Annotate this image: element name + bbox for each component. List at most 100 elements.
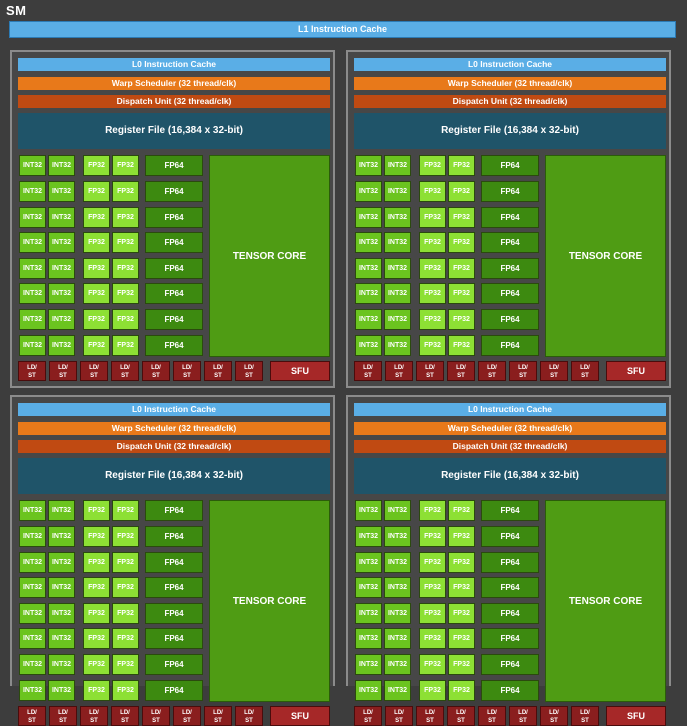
ld-st-unit: LD/ST [111,706,139,726]
ld-st-label-bottom: ST [488,373,496,379]
ld-st-label-bottom: ST [59,718,67,724]
ld-st-label-bottom: ST [214,373,222,379]
ld-st-unit: LD/ST [142,706,170,726]
fp32-unit: FP32 [83,654,110,675]
fp32-unit: FP32 [448,654,475,675]
fp64-unit: FP64 [145,309,203,330]
ld-st-label-bottom: ST [28,718,36,724]
int32-unit: INT32 [19,155,46,176]
fp32-unit: FP32 [112,155,139,176]
register-file: Register File (16,384 x 32-bit) [18,458,330,494]
warp-scheduler: Warp Scheduler (32 thread/clk) [354,422,666,435]
fp32-unit: FP32 [83,283,110,304]
dispatch-unit: Dispatch Unit (32 thread/clk) [18,440,330,453]
fp32-unit: FP32 [419,309,446,330]
ld-st-label-bottom: ST [214,718,222,724]
fp32-unit: FP32 [448,232,475,253]
fp64-unit: FP64 [481,526,539,547]
int32-unit: INT32 [355,335,382,356]
ld-st-label-bottom: ST [245,718,253,724]
int32-unit: INT32 [48,258,75,279]
ld-st-unit: LD/ST [111,361,139,381]
fp64-unit: FP64 [145,258,203,279]
fp32-unit: FP32 [419,628,446,649]
fp64-unit: FP64 [145,628,203,649]
int32-unit: INT32 [355,680,382,701]
int32-unit: INT32 [355,552,382,573]
fp64-unit: FP64 [481,258,539,279]
int32-unit: INT32 [19,526,46,547]
int32-unit: INT32 [48,552,75,573]
fp32-unit: FP32 [83,207,110,228]
fp32-unit: FP32 [419,258,446,279]
ld-st-label-bottom: ST [395,718,403,724]
fp64-unit: FP64 [145,500,203,521]
fp32-unit: FP32 [83,309,110,330]
int32-unit: INT32 [384,232,411,253]
fp32-unit: FP32 [419,181,446,202]
ld-st-unit: LD/ST [80,361,108,381]
fp32-unit: FP32 [112,603,139,624]
int32-unit: INT32 [48,309,75,330]
ld-st-label-bottom: ST [395,373,403,379]
int32-unit: INT32 [48,283,75,304]
fp32-unit: FP32 [112,500,139,521]
ld-st-label-top: LD/ [182,710,192,716]
ld-st-label-bottom: ST [59,373,67,379]
int32-unit: INT32 [384,155,411,176]
ld-st-label-top: LD/ [363,710,373,716]
int32-unit: INT32 [48,181,75,202]
fp32-unit: FP32 [448,335,475,356]
fp32-unit: FP32 [448,526,475,547]
fp32-unit: FP32 [112,680,139,701]
fp32-unit: FP32 [83,500,110,521]
fp32-unit: FP32 [448,603,475,624]
tensor-core: TENSOR CORE [545,500,666,702]
fp32-unit: FP32 [419,335,446,356]
fp32-unit: FP32 [419,232,446,253]
fp32-unit: FP32 [112,552,139,573]
l0-instruction-cache: L0 Instruction Cache [354,403,666,416]
register-file: Register File (16,384 x 32-bit) [354,113,666,149]
int32-unit: INT32 [355,309,382,330]
ld-st-label-top: LD/ [580,710,590,716]
int32-unit: INT32 [355,628,382,649]
ld-st-label-bottom: ST [426,718,434,724]
fp64-unit: FP64 [481,207,539,228]
ld-st-label-top: LD/ [363,365,373,371]
int32-unit: INT32 [48,207,75,228]
int32-unit: INT32 [19,207,46,228]
fp64-unit: FP64 [145,207,203,228]
fp32-unit: FP32 [419,603,446,624]
int32-unit: INT32 [19,500,46,521]
ld-st-label-bottom: ST [519,373,527,379]
ld-st-label-top: LD/ [394,365,404,371]
int32-unit: INT32 [19,552,46,573]
int32-unit: INT32 [355,232,382,253]
fp32-unit: FP32 [112,283,139,304]
sm-partition-2: L0 Instruction Cache Warp Scheduler (32 t… [346,50,671,388]
sfu-unit: SFU [270,706,330,726]
fp64-unit: FP64 [481,283,539,304]
fp64-unit: FP64 [481,603,539,624]
int32-unit: INT32 [384,552,411,573]
fp32-unit: FP32 [419,283,446,304]
ld-st-unit: LD/ST [478,361,506,381]
int32-unit: INT32 [19,654,46,675]
ld-st-unit: LD/ST [18,706,46,726]
ld-st-label-top: LD/ [58,710,68,716]
ld-st-label-bottom: ST [457,718,465,724]
int32-unit: INT32 [355,577,382,598]
ld-st-unit: LD/ST [49,361,77,381]
int32-unit: INT32 [384,309,411,330]
warp-scheduler: Warp Scheduler (32 thread/clk) [18,77,330,90]
ld-st-unit: LD/ST [235,706,263,726]
fp32-unit: FP32 [83,603,110,624]
int32-unit: INT32 [48,577,75,598]
fp64-unit: FP64 [481,500,539,521]
ld-st-label-bottom: ST [183,718,191,724]
fp64-unit: FP64 [481,628,539,649]
int32-unit: INT32 [48,654,75,675]
fp32-unit: FP32 [448,552,475,573]
ld-st-label-bottom: ST [581,373,589,379]
